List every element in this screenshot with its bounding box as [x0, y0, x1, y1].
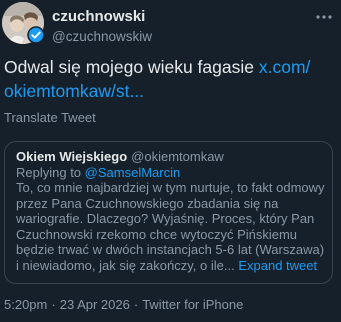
replying-to-handle[interactable]: @SamselMarcin	[85, 165, 181, 180]
tweet-link-part2: okiemtomkaw/st...	[4, 81, 145, 101]
quoted-author-name: Okiem Wiejskiego	[16, 149, 128, 164]
translate-tweet-link[interactable]: Translate Tweet	[4, 110, 96, 125]
tweet-date[interactable]: 23 Apr 2026	[60, 297, 130, 312]
tweet-text: Odwal się mojego wieku fagasie x.com/oki…	[4, 55, 334, 103]
separator-dot: ·	[51, 297, 56, 312]
quoted-tweet-header: Okiem Wiejskiego @okiemtomkaw	[16, 149, 224, 164]
separator-dot: ·	[133, 297, 139, 312]
quoted-tweet-body: To, co mnie najbardziej w tym nurtuje, t…	[16, 180, 328, 274]
replying-to-label: Replying to	[16, 165, 82, 180]
quoted-author-handle: @okiemtomkaw	[131, 149, 224, 164]
tweet-card: czuchnowski @czuchnowskiw Odwal się moje…	[0, 0, 341, 322]
author-handle[interactable]: @czuchnowskiw	[52, 29, 152, 44]
tweet-body-text: Odwal się mojego wieku fagasie	[4, 57, 254, 77]
author-name[interactable]: czuchnowski	[52, 8, 145, 25]
quoted-tweet[interactable]: Okiem Wiejskiego @okiemtomkaw Replying to…	[4, 141, 333, 284]
more-options-icon[interactable]	[313, 8, 335, 26]
tweet-time[interactable]: 5:20pm	[4, 297, 47, 312]
expand-tweet-link[interactable]: Expand tweet	[238, 258, 317, 273]
tweet-header: czuchnowski @czuchnowskiw	[0, 0, 341, 52]
replying-to: Replying to @SamselMarcin	[16, 165, 180, 180]
tweet-source[interactable]: Twitter for iPhone	[142, 297, 243, 312]
verified-badge-icon	[27, 26, 45, 44]
tweet-link-part1: x.com/	[258, 57, 311, 77]
tweet-metadata: 5:20pm · 23 Apr 2026 · Twitter for iPhone	[4, 297, 243, 312]
